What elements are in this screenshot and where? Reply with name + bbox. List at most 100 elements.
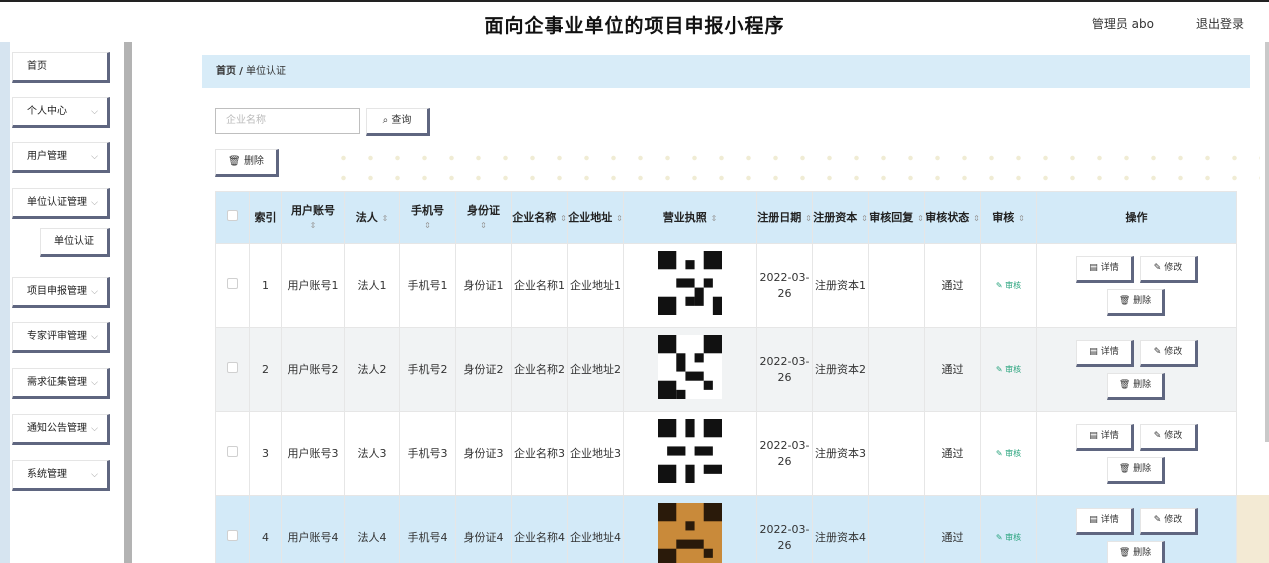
col-index[interactable]: 索引 — [249, 191, 282, 244]
sidebar-item-user-mgmt[interactable]: 用户管理 ⌵ — [12, 142, 110, 173]
cell-license[interactable] — [623, 411, 757, 496]
cell-license[interactable] — [623, 327, 757, 412]
detail-button[interactable]: ▤ 详情 — [1076, 340, 1134, 367]
col-capital[interactable]: 注册资本 ⇕ — [812, 191, 869, 244]
select-all-checkbox[interactable] — [227, 210, 238, 221]
col-phone[interactable]: 手机号 ⇕ — [399, 191, 456, 244]
cell-idcard: 身份证4 — [455, 495, 512, 563]
sidebar-item-expert-review[interactable]: 专家评审管理 ⌵ — [12, 322, 110, 353]
sort-icon[interactable]: ⇕ — [805, 214, 812, 223]
edit-button[interactable]: ✎ 修改 — [1140, 424, 1198, 451]
row-checkbox[interactable] — [227, 445, 238, 457]
cell-account: 用户账号4 — [281, 495, 345, 563]
row-checkbox-cell[interactable] — [215, 327, 250, 412]
audit-link[interactable]: ✎ 审核 — [996, 449, 1021, 458]
sort-icon[interactable]: ⇕ — [1018, 214, 1025, 223]
sidebar-scrollbar[interactable] — [124, 42, 132, 563]
col-idcard[interactable]: 身份证 ⇕ — [455, 191, 512, 244]
license-qr-image[interactable] — [658, 419, 722, 483]
col-reply[interactable]: 审核回复 ⇕ — [868, 191, 925, 244]
row-checkbox-cell[interactable] — [215, 243, 250, 328]
license-qr-image[interactable] — [658, 335, 722, 399]
audit-link[interactable]: ✎ 审核 — [996, 365, 1021, 374]
cell-index: 1 — [249, 243, 282, 328]
sort-icon[interactable]: ⇕ — [560, 214, 567, 223]
sidebar-item-label: 单位认证管理 — [27, 197, 87, 208]
delete-button[interactable]: 🗑 删除 — [1107, 289, 1165, 316]
edit-button[interactable]: ✎ 修改 — [1140, 340, 1198, 367]
edit-button[interactable]: ✎ 修改 — [1140, 256, 1198, 283]
sidebar-item-home[interactable]: 首页 — [12, 52, 110, 83]
detail-button[interactable]: ▤ 详情 — [1076, 256, 1134, 283]
breadcrumb-home[interactable]: 首页 — [216, 66, 236, 77]
col-status[interactable]: 审核状态 ⇕ — [924, 191, 981, 244]
sidebar-item-personal-center[interactable]: 个人中心 ⌵ — [12, 97, 110, 128]
sort-icon[interactable]: ⇕ — [382, 214, 389, 223]
sort-icon[interactable]: ⇕ — [282, 218, 344, 233]
select-all-checkbox-cell[interactable] — [215, 191, 250, 244]
license-qr-image[interactable] — [658, 251, 722, 315]
col-label: 用户账号 — [291, 203, 335, 217]
audit-link[interactable]: ✎ 审核 — [996, 533, 1021, 542]
sort-icon[interactable]: ⇕ — [456, 218, 511, 233]
query-button[interactable]: ⌕ 查询 — [366, 108, 430, 136]
cell-status: 通过 — [924, 411, 981, 496]
col-date[interactable]: 注册日期 ⇕ — [756, 191, 813, 244]
cell-capital: 注册资本4 — [812, 495, 869, 563]
company-name-search-input[interactable]: 企业名称 — [215, 108, 360, 134]
document-icon: ▤ — [1089, 515, 1098, 525]
edit-label: 修改 — [1164, 431, 1183, 441]
breadcrumb-separator: / — [239, 66, 243, 77]
app-title: 面向企事业单位的项目申报小程序 — [484, 15, 785, 37]
delete-button[interactable]: 🗑 删除 — [1107, 541, 1165, 563]
sidebar-item-unit-cert[interactable]: 单位认证 — [40, 228, 110, 257]
license-qr-image[interactable] — [658, 503, 722, 563]
sidebar-item-demand-collection[interactable]: 需求征集管理 ⌵ — [12, 368, 110, 399]
row-checkbox-cell[interactable] — [215, 495, 250, 563]
edit-button[interactable]: ✎ 修改 — [1140, 508, 1198, 535]
col-audit[interactable]: 审核 ⇕ — [980, 191, 1037, 244]
col-label: 法人 — [355, 210, 378, 224]
col-company[interactable]: 企业名称 ⇕ — [511, 191, 568, 244]
page-scrollbar[interactable] — [1265, 42, 1269, 442]
row-checkbox[interactable] — [227, 529, 238, 541]
row-checkbox-cell[interactable] — [215, 411, 250, 496]
col-account[interactable]: 用户账号 ⇕ — [281, 191, 345, 244]
col-legal[interactable]: 法人 ⇕ — [344, 191, 400, 244]
cell-company: 企业名称4 — [511, 495, 568, 563]
sort-icon[interactable]: ⇕ — [973, 214, 980, 223]
cell-audit: ✎ 审核 — [980, 411, 1037, 496]
cell-actions: ▤ 详情 ✎ 修改 🗑 删除 — [1036, 327, 1237, 412]
detail-button[interactable]: ▤ 详情 — [1076, 508, 1134, 535]
logout-link[interactable]: 退出登录 — [1196, 15, 1244, 32]
row-checkbox[interactable] — [227, 361, 238, 373]
cell-license[interactable] — [623, 243, 757, 328]
cell-idcard: 身份证2 — [455, 327, 512, 412]
sort-icon[interactable]: ⇕ — [711, 214, 718, 223]
row-checkbox[interactable] — [227, 277, 238, 289]
cell-reply — [868, 411, 925, 496]
sidebar-item-unit-cert-mgmt[interactable]: 单位认证管理 ⌵ — [12, 188, 110, 219]
col-label: 注册日期 — [757, 210, 802, 224]
cell-reply — [868, 495, 925, 563]
col-license[interactable]: 营业执照 ⇕ — [623, 191, 757, 244]
sidebar-item-project-mgmt[interactable]: 项目申报管理 ⌵ — [12, 277, 110, 308]
delete-label: 删除 — [1133, 464, 1152, 474]
sort-icon[interactable]: ⇕ — [400, 218, 455, 233]
sidebar-item-notice-mgmt[interactable]: 通知公告管理 ⌵ — [12, 414, 110, 445]
detail-button[interactable]: ▤ 详情 — [1076, 424, 1134, 451]
cell-actions: ▤ 详情 ✎ 修改 🗑 删除 — [1036, 411, 1237, 496]
batch-delete-button[interactable]: 🗑 删除 — [215, 149, 279, 177]
col-label: 注册资本 — [813, 210, 858, 224]
cell-license[interactable] — [623, 495, 757, 563]
col-label: 企业名称 — [512, 210, 557, 224]
audit-link[interactable]: ✎ 审核 — [996, 281, 1021, 290]
table-row: 3 用户账号3 法人3 手机号3 身份证3 企业名称3 企业地址3 2022-0… — [215, 411, 1237, 496]
delete-button[interactable]: 🗑 删除 — [1107, 457, 1165, 484]
sort-icon[interactable]: ⇕ — [861, 214, 868, 223]
delete-button[interactable]: 🗑 删除 — [1107, 373, 1165, 400]
sort-icon[interactable]: ⇕ — [917, 214, 924, 223]
sidebar-item-system-mgmt[interactable]: 系统管理 ⌵ — [12, 460, 110, 491]
col-address[interactable]: 企业地址 ⇕ — [567, 191, 624, 244]
sort-icon[interactable]: ⇕ — [616, 214, 623, 223]
